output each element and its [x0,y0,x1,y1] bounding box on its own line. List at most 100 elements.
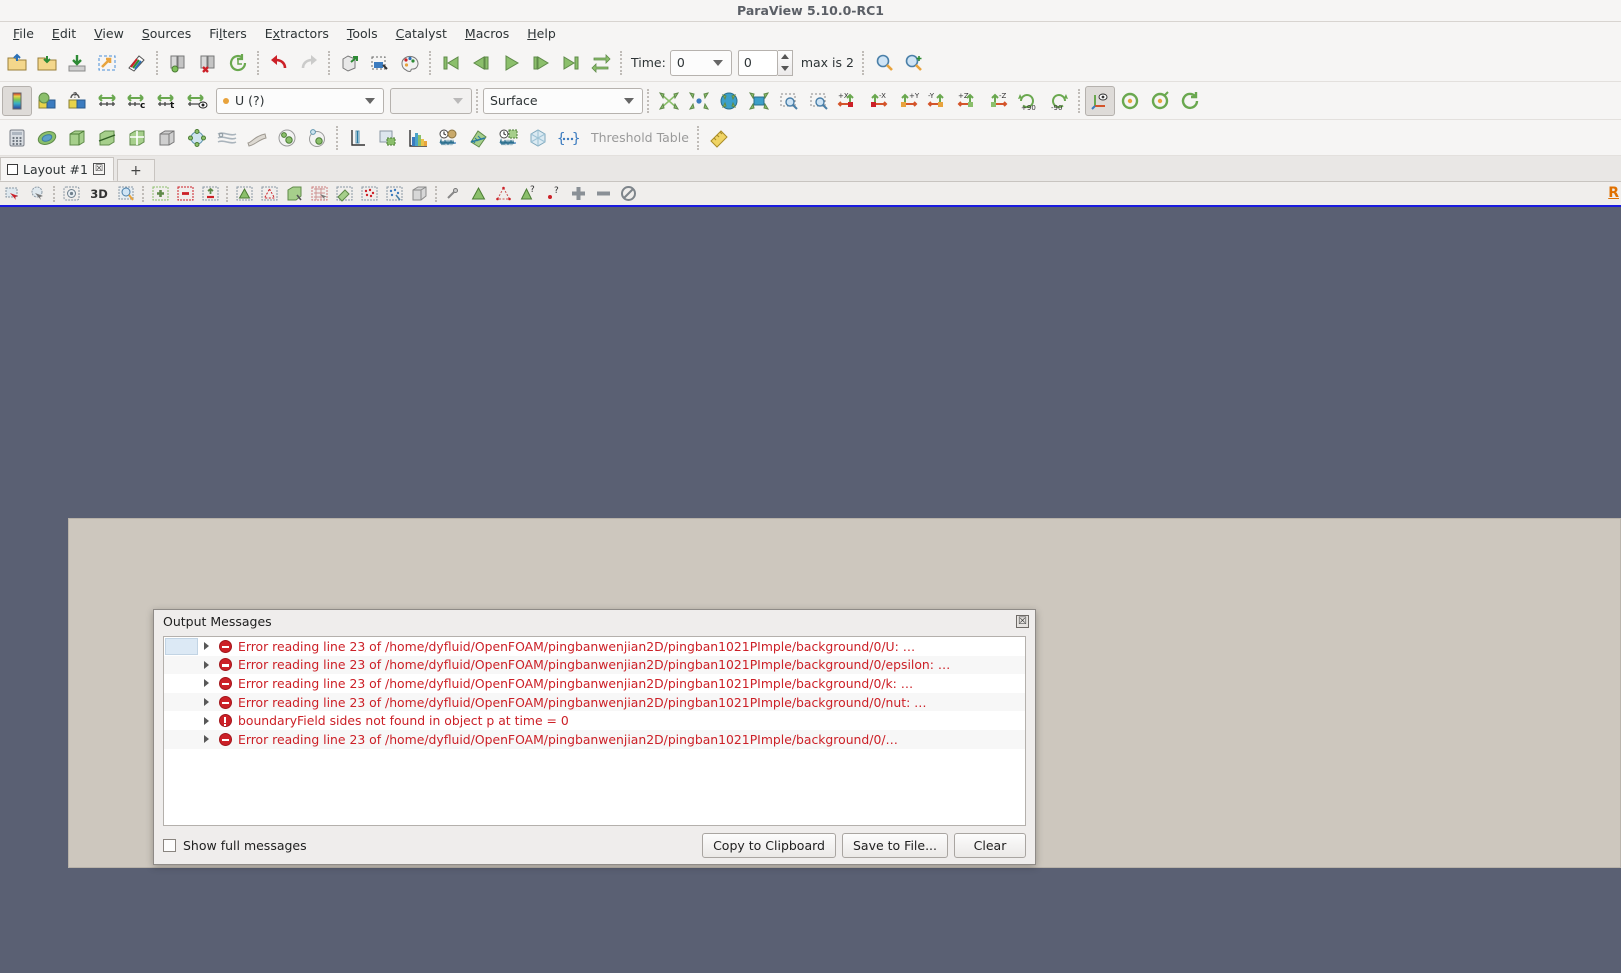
minus-y-icon[interactable]: -Y [924,86,954,116]
plus-z-icon[interactable]: +Z [954,86,984,116]
camera-redo-icon[interactable] [365,48,395,78]
save-screenshot-icon[interactable] [122,48,152,78]
table-row[interactable]: Error reading line 23 of /home/dyfluid/O… [164,655,1025,675]
minus-x-icon[interactable]: -X [864,86,894,116]
slice-icon[interactable] [92,123,122,153]
save-state-icon[interactable] [92,48,122,78]
next-frame-icon[interactable] [526,48,556,78]
python-calculator-icon[interactable] [523,123,553,153]
select-cells-on-icon[interactable] [0,182,25,205]
expand-icon[interactable] [198,660,214,669]
shrink-selection-icon[interactable] [491,182,516,205]
rescale-to-custom-range-icon[interactable]: c [122,86,152,116]
menu-tools[interactable]: Tools [338,24,387,43]
rotate-90-ccw-icon[interactable]: -90 [1044,86,1074,116]
hover-points-icon[interactable] [407,182,432,205]
disconnect-server-icon[interactable] [193,48,223,78]
tab-layout-1[interactable]: Layout #1 ☒ [0,157,114,181]
extract-subset-icon[interactable] [152,123,182,153]
zoom-to-data-icon[interactable] [869,48,899,78]
time-combobox[interactable]: 0 [669,49,732,76]
frame-spinbox[interactable]: 0 [737,49,778,76]
interactive-select-points-icon[interactable] [357,182,382,205]
menu-sources[interactable]: Sources [133,24,200,43]
expand-icon[interactable] [198,716,214,725]
select-custom-box-icon[interactable] [441,182,466,205]
warp-icon[interactable] [242,123,272,153]
menu-edit[interactable]: Edit [43,24,85,43]
zoom-to-box-icon[interactable] [114,182,139,205]
expand-icon[interactable] [198,735,214,744]
loop-icon[interactable] [586,48,616,78]
add-layout-button[interactable]: + [116,159,155,181]
spin-up-icon[interactable] [780,54,789,59]
spin-down-icon[interactable] [780,66,789,71]
previous-frame-icon[interactable] [466,48,496,78]
edit-color-map-icon[interactable] [395,48,425,78]
table-row[interactable]: Error reading line 23 of /home/dyfluid/O… [164,674,1025,693]
plot-on-intersection-curves-icon[interactable] [463,123,493,153]
stream-tracer-icon[interactable] [212,123,242,153]
minus-z-icon[interactable]: -Z [984,86,1014,116]
connect-server-icon[interactable] [163,48,193,78]
select-cells-through-icon[interactable] [59,182,84,205]
threshold-icon[interactable] [122,123,152,153]
ruler-icon[interactable] [704,123,734,153]
zoom-closest-to-data-icon[interactable] [744,86,774,116]
rotate-center-icon[interactable] [1175,86,1205,116]
menu-help[interactable]: Help [518,24,565,43]
row-select-cell[interactable] [165,675,198,692]
table-row[interactable]: Error reading line 23 of /home/dyfluid/O… [164,729,1025,749]
plot-data-over-time-icon[interactable] [433,123,463,153]
menu-filters[interactable]: Filters [200,24,256,43]
row-select-cell[interactable] [165,694,198,711]
play-icon[interactable] [496,48,526,78]
add-selection-icon[interactable] [148,182,173,205]
component-combobox[interactable] [390,87,472,114]
checkbox-box[interactable] [163,838,176,852]
extract-selection-icon[interactable] [373,123,403,153]
rescale-over-time-icon[interactable]: t [152,86,182,116]
open-file-icon[interactable] [2,48,32,78]
reset-camera-icon[interactable] [654,86,684,116]
subtract-selection-icon[interactable] [173,182,198,205]
plot-selection-over-time-icon[interactable] [493,123,523,153]
row-select-cell[interactable] [165,731,198,748]
show-center-axes-icon[interactable] [1085,85,1115,116]
table-row[interactable]: Error reading line 23 of /home/dyfluid/O… [164,637,1025,656]
3d-mode-button[interactable]: 3D [84,182,114,205]
query-points-icon[interactable]: ? [541,182,566,205]
table-row[interactable]: boundaryField sides not found in object … [164,711,1025,730]
save-data-icon[interactable] [62,48,92,78]
menu-file[interactable]: File [4,24,43,43]
hover-cells-icon[interactable] [382,182,407,205]
camera-undo-icon[interactable] [335,48,365,78]
calculator-icon[interactable] [2,123,32,153]
plus-x-icon[interactable]: +X [834,86,864,116]
clear-button[interactable]: Clear [954,832,1026,858]
extract-level-icon[interactable] [302,123,332,153]
minus-icon[interactable] [591,182,616,205]
row-select-cell[interactable] [165,712,198,729]
contour-icon[interactable] [32,123,62,153]
select-cells-with-polygon-icon[interactable] [232,182,257,205]
rescale-custom-icon[interactable]: ? [62,86,92,116]
group-datasets-icon[interactable] [272,123,302,153]
reset-camera-closest-icon[interactable] [714,86,744,116]
rescale-to-data-range-icon[interactable] [92,86,122,116]
show-full-messages-checkbox[interactable]: Show full messages [163,838,696,853]
interactive-select-cells-icon[interactable] [332,182,357,205]
rescale-visible-icon[interactable] [182,86,212,116]
expand-icon[interactable] [198,698,214,707]
select-points-on-icon[interactable] [25,182,50,205]
copy-to-clipboard-button[interactable]: Copy to Clipboard [702,832,836,858]
reset-center-icon[interactable] [1115,86,1145,116]
plus-y-icon[interactable]: +Y [894,86,924,116]
zoom-to-box-icon[interactable] [684,86,714,116]
zoom-closest-to-data-icon[interactable] [899,48,929,78]
menu-view[interactable]: View [85,24,133,43]
select-points-with-polygon-icon[interactable] [257,182,282,205]
save-to-file-button[interactable]: Save to File... [841,832,948,858]
open-recent-icon[interactable] [32,48,62,78]
row-select-cell[interactable] [165,637,198,655]
